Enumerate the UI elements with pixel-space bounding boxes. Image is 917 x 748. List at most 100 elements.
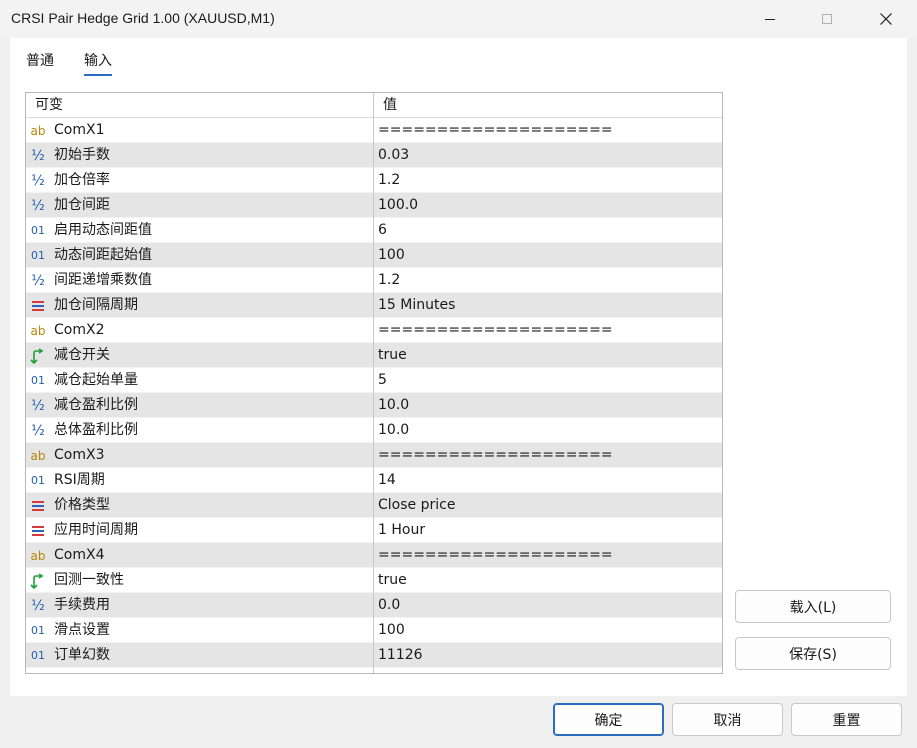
- icon-glyph: ab: [30, 123, 46, 138]
- parameter-name: ComX1: [54, 122, 105, 138]
- grid-row[interactable]: ab ComX2 ====================: [26, 318, 722, 343]
- minimize-button[interactable]: [747, 0, 793, 38]
- grid-row[interactable]: ½ 初始手数 0.03: [26, 143, 722, 168]
- enum-type-icon: [29, 297, 47, 314]
- parameter-name: 滑点设置: [54, 622, 110, 638]
- parameter-name: 订单幻数: [54, 647, 110, 663]
- reset-button[interactable]: 重置: [791, 703, 902, 736]
- grid-header: 可变 值: [26, 93, 722, 118]
- icon-glyph: ab: [30, 323, 46, 338]
- parameter-value[interactable]: ====================: [378, 543, 613, 568]
- grid-row[interactable]: ½ 加仓倍率 1.2: [26, 168, 722, 193]
- string-type-icon: ab: [29, 547, 47, 564]
- tab-general[interactable]: 普通: [26, 50, 54, 70]
- parameter-name: 减仓盈利比例: [54, 397, 138, 413]
- parameter-value[interactable]: 10.0: [378, 393, 409, 418]
- parameter-value[interactable]: 14: [378, 468, 396, 493]
- parameter-name: 应用时间周期: [54, 522, 138, 538]
- parameter-value[interactable]: ====================: [378, 318, 613, 343]
- grid-row[interactable]: ab ComX3 ====================: [26, 443, 722, 468]
- grid-row[interactable]: ½ 减仓盈利比例 10.0: [26, 393, 722, 418]
- grid-row[interactable]: 01 减仓起始单量 5: [26, 368, 722, 393]
- parameter-value[interactable]: 11126: [378, 643, 423, 668]
- minimize-icon: [765, 19, 775, 20]
- maximize-button[interactable]: [804, 0, 850, 38]
- enum-type-icon: [29, 497, 47, 514]
- save-button[interactable]: 保存(S): [735, 637, 891, 670]
- icon-glyph: ab: [30, 448, 46, 463]
- bool-type-icon: [29, 347, 47, 364]
- tab-inputs[interactable]: 输入: [84, 50, 112, 76]
- parameter-name: 价格类型: [54, 497, 110, 513]
- parameter-value[interactable]: true: [378, 568, 407, 593]
- grid-row[interactable]: 01 RSI周期 14: [26, 468, 722, 493]
- parameter-value[interactable]: 0.0: [378, 593, 400, 618]
- parameter-value[interactable]: true: [378, 343, 407, 368]
- integer-type-icon: 01: [29, 472, 47, 489]
- column-header-variable[interactable]: 可变: [35, 93, 63, 118]
- double-type-icon: ½: [29, 397, 47, 414]
- parameter-name: 加仓倍率: [54, 172, 110, 188]
- grid-row[interactable]: ½ 总体盈利比例 10.0: [26, 418, 722, 443]
- icon-glyph: ½: [31, 172, 45, 189]
- parameter-name: 启用动态间距值: [54, 222, 152, 238]
- icon-glyph: ½: [31, 597, 45, 614]
- string-type-icon: ab: [29, 447, 47, 464]
- enum-type-icon: [29, 522, 47, 539]
- parameter-value[interactable]: Close price: [378, 493, 455, 518]
- grid-row[interactable]: 01 订单幻数 11126: [26, 643, 722, 668]
- parameter-value[interactable]: 0.03: [378, 143, 409, 168]
- double-type-icon: ½: [29, 197, 47, 214]
- icon-glyph: 01: [31, 224, 45, 237]
- grid-row[interactable]: 价格类型 Close price: [26, 493, 722, 518]
- grid-row[interactable]: 01 启用动态间距值 6: [26, 218, 722, 243]
- window-title: CRSI Pair Hedge Grid 1.00 (XAUUSD,M1): [11, 10, 275, 26]
- inputs-grid[interactable]: 可变 值 ab ComX1 ==================== ½ 初始手数 0.0…: [25, 92, 723, 674]
- icon-glyph: ½: [31, 272, 45, 289]
- grid-row[interactable]: 01 动态间距起始值 100: [26, 243, 722, 268]
- icon-glyph: 01: [31, 474, 45, 487]
- parameter-value[interactable]: 1.2: [378, 168, 400, 193]
- grid-row[interactable]: 01 滑点设置 100: [26, 618, 722, 643]
- parameter-value[interactable]: 100: [378, 618, 405, 643]
- grid-row[interactable]: 减仓开关 true: [26, 343, 722, 368]
- grid-row[interactable]: 回测一致性 true: [26, 568, 722, 593]
- parameter-value[interactable]: 10.0: [378, 418, 409, 443]
- grid-row[interactable]: ab ComX1 ====================: [26, 118, 722, 143]
- icon-glyph: ½: [31, 147, 45, 164]
- parameter-value[interactable]: ====================: [378, 118, 613, 143]
- parameter-value[interactable]: 100.0: [378, 193, 418, 218]
- icon-glyph: ½: [31, 397, 45, 414]
- parameter-name: 加仓间距: [54, 197, 110, 213]
- integer-type-icon: 01: [29, 222, 47, 239]
- parameter-value[interactable]: 100: [378, 243, 405, 268]
- grid-row[interactable]: 加仓间隔周期 15 Minutes: [26, 293, 722, 318]
- parameter-value[interactable]: ====================: [378, 443, 613, 468]
- parameter-name: 间距递增乘数值: [54, 272, 152, 288]
- parameter-value[interactable]: 15 Minutes: [378, 293, 455, 318]
- string-type-icon: ab: [29, 322, 47, 339]
- close-icon: [880, 13, 892, 25]
- double-type-icon: ½: [29, 597, 47, 614]
- parameter-value[interactable]: 1 Hour: [378, 518, 425, 543]
- grid-row[interactable]: ½ 手续费用 0.0: [26, 593, 722, 618]
- icon-glyph: ½: [31, 197, 45, 214]
- load-button[interactable]: 载入(L): [735, 590, 891, 623]
- icon-glyph: 01: [31, 374, 45, 387]
- column-header-value[interactable]: 值: [383, 93, 397, 118]
- parameter-name: RSI周期: [54, 472, 105, 488]
- grid-row[interactable]: ½ 间距递增乘数值 1.2: [26, 268, 722, 293]
- parameter-name: 减仓起始单量: [54, 372, 138, 388]
- ok-button[interactable]: 确定: [553, 703, 664, 736]
- grid-row[interactable]: ab ComX4 ====================: [26, 543, 722, 568]
- title-bar[interactable]: CRSI Pair Hedge Grid 1.00 (XAUUSD,M1): [0, 0, 917, 38]
- grid-row[interactable]: 应用时间周期 1 Hour: [26, 518, 722, 543]
- close-button[interactable]: [863, 0, 909, 38]
- parameter-value[interactable]: 1.2: [378, 268, 400, 293]
- string-type-icon: ab: [29, 122, 47, 139]
- cancel-button[interactable]: 取消: [672, 703, 783, 736]
- parameter-value[interactable]: 5: [378, 368, 387, 393]
- integer-type-icon: 01: [29, 622, 47, 639]
- parameter-value[interactable]: 6: [378, 218, 387, 243]
- grid-row[interactable]: ½ 加仓间距 100.0: [26, 193, 722, 218]
